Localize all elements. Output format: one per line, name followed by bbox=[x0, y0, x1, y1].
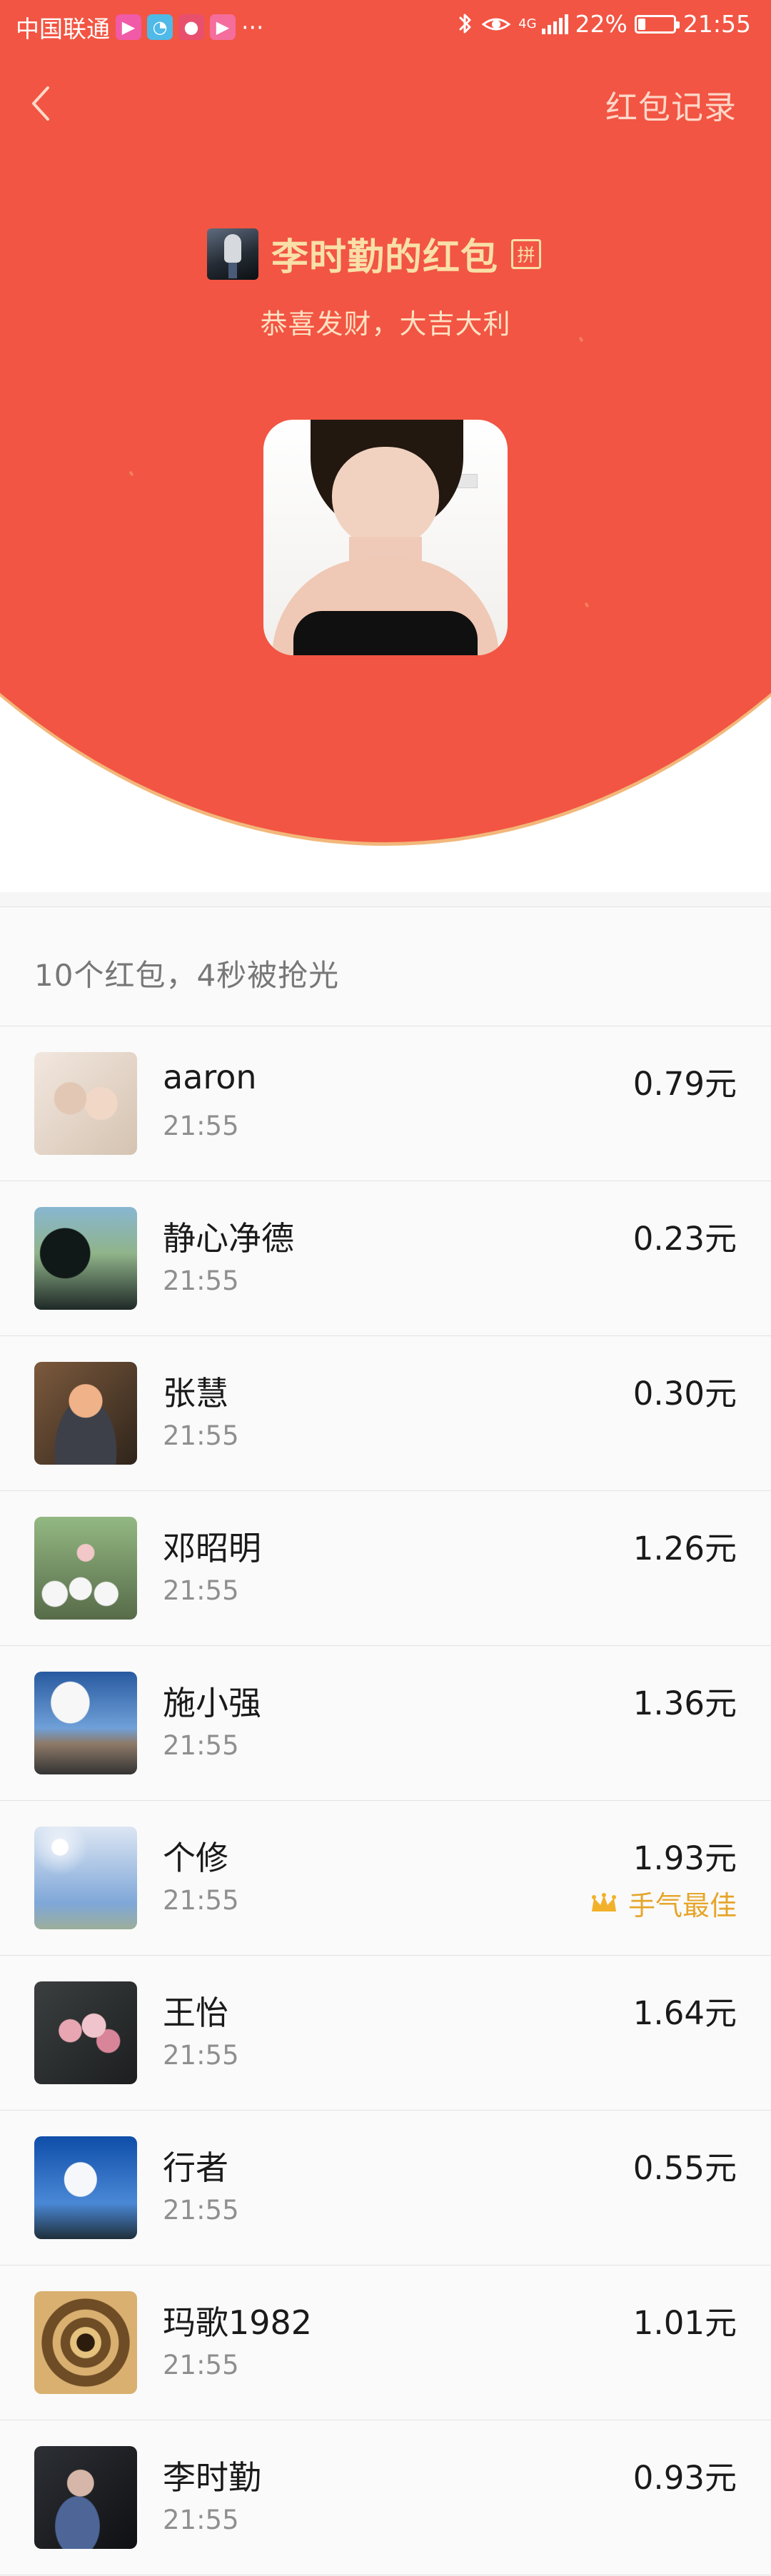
received-time: 21:55 bbox=[163, 2350, 239, 2380]
avatar-landscape-photo bbox=[34, 1207, 137, 1310]
red-packet-records-link[interactable]: 红包记录 bbox=[605, 81, 737, 128]
back-button[interactable] bbox=[24, 82, 57, 125]
recipient-name: 张慧 bbox=[163, 1374, 228, 1413]
avatar-children-photo bbox=[34, 1052, 137, 1155]
received-time: 21:55 bbox=[163, 1730, 239, 1761]
status-more-icon: ··· bbox=[241, 13, 264, 41]
sender-row: 李时勤的红包 拼 bbox=[207, 227, 542, 281]
clock: 21:55 bbox=[682, 10, 751, 38]
received-time: 21:55 bbox=[163, 1420, 239, 1451]
received-time: 21:55 bbox=[163, 2195, 239, 2226]
list-item[interactable]: 行者 21:55 0.55元 bbox=[0, 2111, 771, 2266]
best-luck-badge: 手气最佳 bbox=[588, 1884, 737, 1923]
received-amount: 1.36元 bbox=[633, 1684, 737, 1722]
avatar-cloud-sky-photo bbox=[34, 2136, 137, 2239]
avatar-sky-road-photo bbox=[34, 1672, 137, 1774]
received-time: 21:55 bbox=[163, 1885, 239, 1916]
notification-app-icon: ▶ bbox=[210, 14, 236, 40]
summary-section: 10个红包，4秒被抢光 bbox=[0, 906, 771, 1026]
recipient-list: aaron 21:55 0.79元 静心净德 21:55 0.23元 张慧 21… bbox=[0, 1026, 771, 2575]
photo-face bbox=[332, 447, 439, 548]
recipient-name: 静心净德 bbox=[163, 1219, 294, 1258]
received-amount: 0.55元 bbox=[633, 2149, 737, 2187]
recipient-name: 玛歌1982 bbox=[163, 2303, 313, 2342]
notification-app-icon: ◔ bbox=[147, 14, 173, 40]
red-packet-photo[interactable] bbox=[263, 420, 508, 655]
signal-strength-icon bbox=[541, 14, 568, 34]
avatar-panda-photo bbox=[34, 1517, 137, 1620]
received-amount: 0.30元 bbox=[633, 1375, 737, 1413]
list-item[interactable]: 邓昭明 21:55 1.26元 bbox=[0, 1491, 771, 1646]
notification-app-icon: ● bbox=[178, 14, 204, 40]
list-item[interactable]: 李时勤 21:55 0.93元 bbox=[0, 2420, 771, 2575]
red-packet-summary: 10个红包，4秒被抢光 bbox=[34, 958, 340, 993]
received-time: 21:55 bbox=[163, 1575, 239, 1606]
status-left: 中国联通 ▶ ◔ ● ▶ ··· bbox=[16, 10, 263, 44]
received-amount: 1.93元 bbox=[633, 1839, 737, 1877]
chevron-left-icon bbox=[32, 86, 49, 121]
list-item[interactable]: 个修 21:55 1.93元 手气最佳 bbox=[0, 1801, 771, 1956]
received-amount: 0.79元 bbox=[633, 1065, 737, 1103]
list-item[interactable]: aaron 21:55 0.79元 bbox=[0, 1026, 771, 1181]
recipient-name: 李时勤 bbox=[163, 2458, 261, 2497]
received-amount: 1.01元 bbox=[633, 2304, 737, 2342]
received-amount: 0.93元 bbox=[633, 2459, 737, 2497]
recipient-name: 邓昭明 bbox=[163, 1529, 261, 1567]
avatar-flower-photo bbox=[34, 1981, 137, 2084]
recipient-name: 施小强 bbox=[163, 1684, 261, 1722]
list-item[interactable]: 玛歌1982 21:55 1.01元 bbox=[0, 2266, 771, 2420]
avatar-man-dark-photo bbox=[34, 2446, 137, 2549]
crown-icon bbox=[591, 1892, 616, 1911]
received-amount: 1.64元 bbox=[633, 1994, 737, 2032]
recipient-name: 个修 bbox=[163, 1839, 228, 1877]
photo-dress bbox=[293, 611, 478, 655]
recipient-name: 行者 bbox=[163, 2148, 228, 2187]
red-packet-hero: 中国联通 ▶ ◔ ● ▶ ··· 4G 22% 21:55 红包记录 李时勤的红… bbox=[0, 0, 771, 892]
received-time: 21:55 bbox=[163, 2040, 239, 2071]
blessing-text: 恭喜发财，大吉大利 bbox=[260, 308, 511, 340]
list-item[interactable]: 静心净德 21:55 0.23元 bbox=[0, 1181, 771, 1336]
carrier-label: 中国联通 bbox=[16, 15, 110, 43]
list-item[interactable]: 张慧 21:55 0.30元 bbox=[0, 1336, 771, 1491]
status-bar: 中国联通 ▶ ◔ ● ▶ ··· 4G 22% 21:55 bbox=[0, 0, 771, 51]
pin-badge: 拼 bbox=[511, 238, 542, 269]
received-amount: 0.23元 bbox=[633, 1220, 737, 1258]
network-type: 4G bbox=[518, 16, 537, 31]
red-packet-title: 李时勤的红包 bbox=[271, 236, 499, 279]
battery-percent: 22% bbox=[575, 10, 628, 38]
list-item[interactable]: 王怡 21:55 1.64元 bbox=[0, 1956, 771, 2111]
avatar-man-portrait-photo bbox=[34, 1362, 137, 1465]
received-time: 21:55 bbox=[163, 1266, 239, 1296]
best-luck-label: 手气最佳 bbox=[628, 1890, 737, 1921]
recipient-name: 王怡 bbox=[163, 1994, 228, 2032]
received-time: 21:55 bbox=[163, 1111, 239, 1141]
avatar-sun-sky-photo bbox=[34, 1827, 137, 1929]
received-amount: 1.26元 bbox=[633, 1530, 737, 1567]
battery-icon bbox=[634, 14, 680, 34]
notification-app-icon: ▶ bbox=[116, 14, 141, 40]
list-item[interactable]: 施小强 21:55 1.36元 bbox=[0, 1646, 771, 1801]
avatar-mandala-photo bbox=[34, 2291, 137, 2394]
sender-avatar bbox=[207, 228, 258, 280]
eye-comfort-icon bbox=[481, 18, 511, 30]
recipient-name: aaron bbox=[163, 1058, 257, 1096]
received-time: 21:55 bbox=[163, 2505, 239, 2535]
status-right: 4G 22% 21:55 bbox=[457, 10, 751, 38]
battery-level-fill bbox=[638, 18, 646, 30]
bluetooth-icon bbox=[459, 14, 471, 33]
